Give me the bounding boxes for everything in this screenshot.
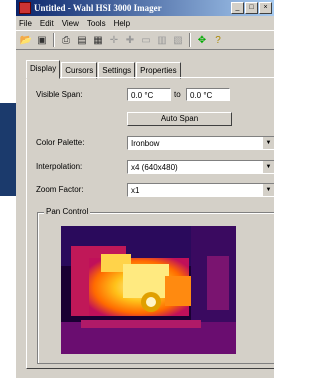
image-icon[interactable]: ▦: [91, 33, 105, 47]
interpolation-value: x4 (640x480): [131, 163, 178, 172]
span-to-field[interactable]: 0.0 °C: [186, 88, 230, 101]
app-icon: [19, 2, 31, 14]
menu-help[interactable]: Help: [114, 19, 130, 28]
span-to-label: to: [174, 90, 181, 99]
background-blue-panel: [0, 103, 16, 196]
menu-edit[interactable]: Edit: [40, 19, 54, 28]
chart-icon[interactable]: ▧: [171, 33, 185, 47]
toolbar-separator: [53, 33, 55, 47]
color-palette-value: Ironbow: [131, 139, 160, 148]
open-icon[interactable]: 📂: [19, 33, 33, 47]
thermal-image: [61, 226, 236, 354]
save-icon[interactable]: ▣: [35, 33, 49, 47]
chevron-down-icon[interactable]: ▼: [262, 184, 274, 196]
title-bar: Untitled - Wahl HSI 3000 Imager _ □ ×: [16, 0, 274, 16]
app-window: Untitled - Wahl HSI 3000 Imager _ □ × Fi…: [16, 0, 274, 378]
toolbar: 📂 ▣ ⎙ ▤ ▦ ✛ ✚ ▭ ▥ ▧ ✥ ?: [16, 30, 274, 50]
auto-span-button[interactable]: Auto Span: [127, 112, 232, 126]
properties-icon[interactable]: ▤: [75, 33, 89, 47]
thermal-image-preview[interactable]: [61, 226, 236, 354]
maximize-button[interactable]: □: [245, 2, 258, 14]
close-button[interactable]: ×: [259, 2, 272, 14]
menu-view[interactable]: View: [62, 19, 79, 28]
toolbar-separator: [189, 33, 191, 47]
zoom-factor-select[interactable]: x1 ▼: [127, 183, 274, 197]
histogram-icon[interactable]: ▥: [155, 33, 169, 47]
pan-icon[interactable]: ✥: [195, 33, 209, 47]
crosshair2-icon[interactable]: ✚: [123, 33, 137, 47]
color-palette-label: Color Palette:: [36, 138, 85, 147]
span-from-field[interactable]: 0.0 °C: [127, 88, 171, 101]
display-panel: Visible Span: 0.0 °C to 0.0 °C Auto Span…: [26, 77, 274, 369]
menu-tools[interactable]: Tools: [87, 19, 106, 28]
pan-control-label: Pan Control: [44, 207, 91, 216]
crosshair-icon[interactable]: ✛: [107, 33, 121, 47]
zoom-factor-label: Zoom Factor:: [36, 185, 84, 194]
menu-bar: File Edit View Tools Help: [16, 16, 274, 30]
visible-span-label: Visible Span:: [36, 90, 83, 99]
print-icon[interactable]: ⎙: [59, 33, 73, 47]
help-icon[interactable]: ?: [211, 33, 225, 47]
color-palette-select[interactable]: Ironbow ▼: [127, 136, 274, 150]
window-title: Untitled - Wahl HSI 3000 Imager: [34, 3, 162, 13]
zoom-factor-value: x1: [131, 186, 140, 195]
chevron-down-icon[interactable]: ▼: [262, 137, 274, 149]
menu-file[interactable]: File: [19, 19, 32, 28]
minimize-button[interactable]: _: [231, 2, 244, 14]
interpolation-select[interactable]: x4 (640x480) ▼: [127, 160, 274, 174]
tab-display[interactable]: Display: [26, 60, 61, 79]
interpolation-label: Interpolation:: [36, 162, 83, 171]
box-icon[interactable]: ▭: [139, 33, 153, 47]
chevron-down-icon[interactable]: ▼: [262, 161, 274, 173]
